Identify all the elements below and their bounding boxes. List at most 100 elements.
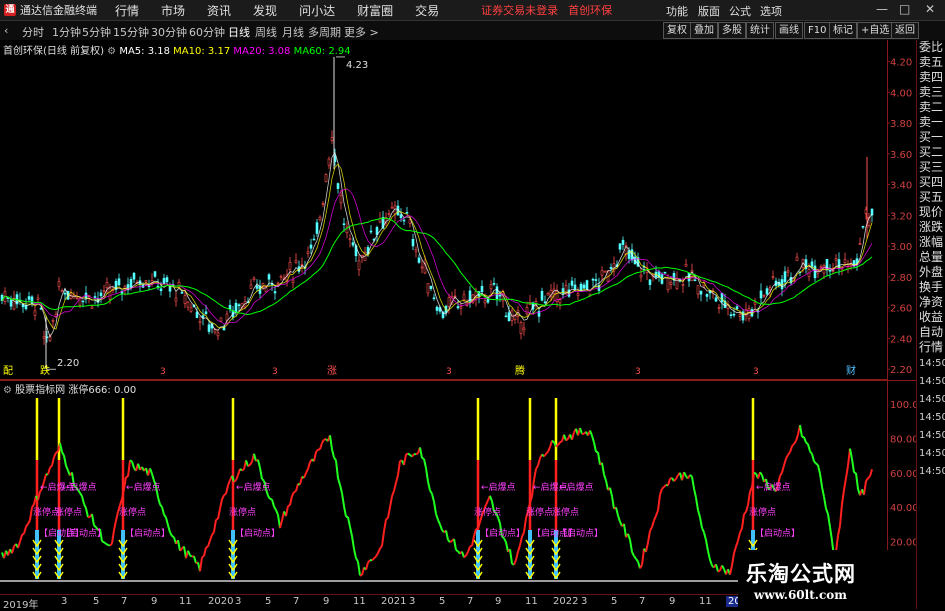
period-5min[interactable]: 5分钟 [82,24,111,40]
add-watchlist-button[interactable]: +自选 [857,22,893,39]
maximize-button[interactable]: □ [899,2,910,16]
candle-body [166,278,168,282]
quote-panel-item[interactable]: 换手 [919,280,945,295]
quote-panel-item[interactable]: 买五 [919,190,945,205]
back-button[interactable]: 返回 [891,22,919,39]
quote-panel-item[interactable]: 自动 [919,325,945,340]
quote-panel-item[interactable]: 总量 [919,250,945,265]
quote-panel-item[interactable]: 卖三 [919,85,945,100]
indicator-segment [206,547,208,548]
event-label-tencent[interactable]: 腾 [515,364,525,377]
time-axis-label: 7 [467,596,473,607]
settings-icon[interactable]: ⚙ [3,385,12,396]
event-label-rise[interactable]: 涨 [327,365,337,377]
candle-body [343,224,345,225]
candle-body [508,313,510,321]
indicator-segment [346,517,348,518]
minimize-button[interactable]: — [876,2,888,16]
menu-layout[interactable]: 版面 [698,3,720,19]
candle-body [649,280,651,285]
candle-body [541,291,543,300]
candle-body [460,307,462,309]
candle-body [313,239,315,240]
menu-market[interactable]: 市场 [161,2,185,19]
candle-body [733,314,735,315]
candle-body [862,226,864,227]
event-label-drop[interactable]: 跌 [40,364,50,377]
indicator-segment [556,445,558,446]
quote-panel-item[interactable]: 买四 [919,175,945,190]
collapse-icon[interactable]: ‹ [4,24,8,37]
quote-panel-item[interactable]: 收益 [919,310,945,325]
period-monthly[interactable]: 月线 [282,24,304,40]
indicator-segment [242,469,244,470]
login-notice[interactable]: 证券交易未登录 [481,2,558,18]
statistics-button[interactable]: 统计 [746,22,774,39]
label-breakout: ←启爆点 [756,481,791,493]
menu-news[interactable]: 资讯 [207,2,231,19]
period-60min[interactable]: 60分钟 [189,24,225,40]
period-weekly[interactable]: 周线 [255,24,277,40]
mark-button[interactable]: 标记 [829,22,857,39]
draw-line-button[interactable]: 画线 [775,22,803,39]
quote-panel-item[interactable]: 14:50 [919,355,945,373]
quote-panel-item[interactable]: 买三 [919,160,945,175]
period-15min[interactable]: 15分钟 [113,24,149,40]
kline-chart[interactable]: 4.23 2.20 配 跌 涨 腾 财 33333 [0,40,887,380]
quote-panel-item[interactable]: 卖二 [919,100,945,115]
f10-button[interactable]: F10 [804,22,830,39]
menu-options[interactable]: 选项 [760,3,782,19]
period-30min[interactable]: 30分钟 [151,24,187,40]
quote-panel-item[interactable]: 买一 [919,130,945,145]
period-multi[interactable]: 多周期 [308,24,341,40]
menu-trade[interactable]: 交易 [415,2,439,19]
indicator-segment [662,487,664,489]
quote-panel-item[interactable]: 涨跌 [919,220,945,235]
event-label-finance[interactable]: 财 [846,364,856,377]
close-button[interactable]: ✕ [925,2,935,16]
menu-discover[interactable]: 发现 [253,2,277,19]
quote-panel-item[interactable]: 外盘 [919,265,945,280]
quote-panel-item[interactable]: 现价 [919,205,945,220]
quote-panel-item[interactable]: 14:50 [919,463,945,481]
quote-panel-item[interactable]: 卖四 [919,70,945,85]
candle-body [697,286,699,294]
period-1min[interactable]: 1分钟 [52,24,81,40]
quote-panel-item[interactable]: 净资 [919,295,945,310]
quote-panel-item[interactable]: 委比 [919,40,945,55]
candle-body [763,295,765,296]
quote-panel-item[interactable]: 卖一 [919,115,945,130]
quote-panel-item[interactable]: 14:50 [919,409,945,427]
event-label-rights[interactable]: 配 [3,365,13,377]
period-intraday[interactable]: 分时 [22,24,44,40]
candle-body [91,307,93,308]
indicator-segment [234,480,236,481]
label-limit-up: 涨停点 [55,506,82,518]
indicator-segment [416,453,418,454]
quote-panel-item[interactable]: 14:50 [919,373,945,391]
menu-formula[interactable]: 公式 [729,3,751,19]
multi-stock-button[interactable]: 多股 [718,22,746,39]
quote-panel-item[interactable]: 买二 [919,145,945,160]
menu-ask[interactable]: 问小达 [299,2,335,19]
settings-icon[interactable]: ⚙ [107,46,116,57]
menu-wealth[interactable]: 财富圈 [357,2,393,19]
label-breakout: ←启爆点 [559,481,594,493]
candle-body [190,308,192,311]
indicator-segment [408,454,410,455]
quote-panel-item[interactable]: 14:50 [919,445,945,463]
period-more[interactable]: 更多 > [344,24,379,40]
menu-function[interactable]: 功能 [666,3,688,19]
quote-panel-item[interactable]: 14:50 [919,391,945,409]
adjust-button[interactable]: 复权 [663,22,691,39]
quote-panel-item[interactable]: 行情 [919,340,945,355]
menu-quotes[interactable]: 行情 [115,2,139,19]
period-daily[interactable]: 日线 [228,24,250,40]
candle-body [859,244,861,245]
quote-panel-item[interactable]: 14:50 [919,427,945,445]
quote-panel-item[interactable]: 卖五 [919,55,945,70]
quote-panel-item[interactable]: 涨幅 [919,235,945,250]
overlay-button[interactable]: 叠加 [690,22,718,39]
quote-panel: 委比卖五卖四卖三卖二卖一买一买二买三买四买五现价涨跌涨幅总量外盘换手净资收益自动… [916,40,945,609]
candle-body [499,295,501,296]
